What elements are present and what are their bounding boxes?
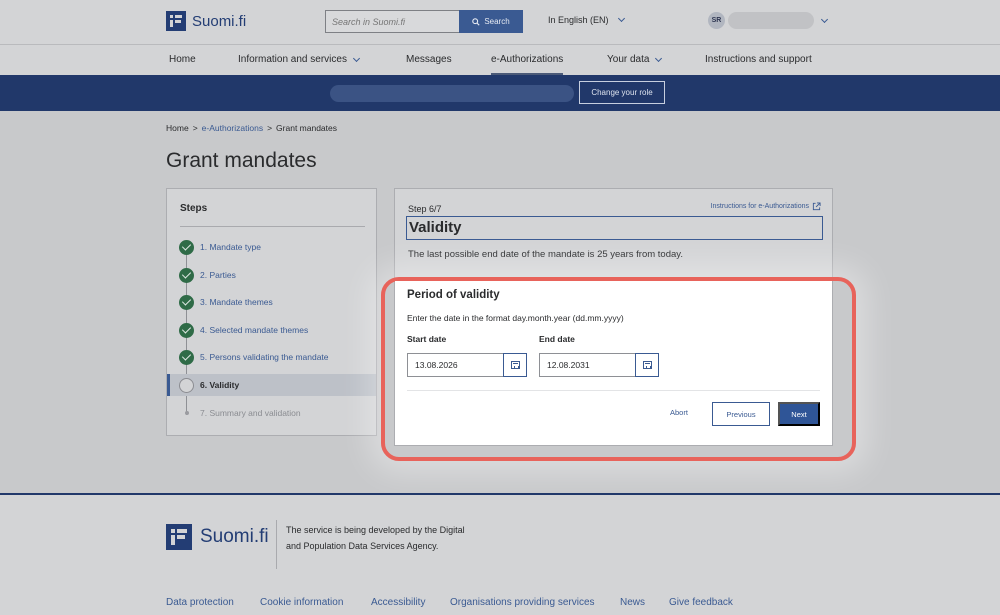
- step-item-selected-mandate-themes[interactable]: 4. Selected mandate themes: [167, 319, 376, 341]
- check-circle-icon: [179, 294, 194, 310]
- step-item-parties[interactable]: 2. Parties: [167, 264, 376, 286]
- instructions-link[interactable]: Instructions for e-Authorizations: [711, 202, 821, 211]
- chevron-down-icon: [820, 15, 829, 23]
- nav-item-information-and-services[interactable]: Information and services: [238, 54, 360, 65]
- suomi-fi-logo[interactable]: Suomi.fi: [166, 11, 246, 31]
- main-navigation: Home Information and services Messages e…: [0, 45, 1000, 75]
- footer-logo-text: Suomi.fi: [200, 526, 269, 547]
- step-item-persons-validating[interactable]: 5. Persons validating the mandate: [167, 346, 376, 368]
- steps-divider: [180, 226, 365, 227]
- language-label: In English (EN): [548, 15, 609, 25]
- role-bar: Change your role: [0, 75, 1000, 111]
- breadcrumb-e-authorizations[interactable]: e-Authorizations: [202, 123, 263, 133]
- calendar-icon: [510, 361, 520, 369]
- search-button[interactable]: Search: [459, 10, 523, 33]
- breadcrumb: Home > e-Authorizations > Grant mandates: [166, 123, 337, 133]
- check-circle-icon: [179, 267, 194, 283]
- nav-item-messages[interactable]: Messages: [406, 54, 452, 65]
- nav-item-instructions-and-support[interactable]: Instructions and support: [705, 54, 812, 65]
- validity-heading: Validity: [409, 219, 462, 236]
- footer-divider: [276, 520, 277, 569]
- site-footer: Suomi.fi The service is being developed …: [0, 493, 1000, 615]
- nav-item-your-data[interactable]: Your data: [607, 54, 663, 65]
- footer-description: The service is being developed by the Di…: [286, 525, 465, 551]
- chevron-down-icon: [352, 54, 360, 62]
- user-menu[interactable]: SR: [708, 12, 829, 29]
- start-date-input[interactable]: 13.08.2026: [407, 353, 503, 377]
- check-circle-icon: [179, 349, 194, 365]
- previous-button[interactable]: Previous: [712, 402, 770, 426]
- check-circle-icon: [179, 239, 194, 255]
- period-of-validity-title: Period of validity: [407, 289, 500, 301]
- footer-link-organisations[interactable]: Organisations providing services: [450, 597, 595, 608]
- calendar-icon: [642, 361, 652, 369]
- suomi-fi-logo-icon: [166, 524, 192, 550]
- external-link-icon: [812, 202, 821, 211]
- chevron-down-icon: [617, 14, 625, 23]
- start-date-label: Start date: [407, 334, 447, 344]
- breadcrumb-current: Grant mandates: [276, 123, 337, 133]
- step-item-mandate-themes[interactable]: 3. Mandate themes: [167, 291, 376, 313]
- step-item-mandate-type[interactable]: 1. Mandate type: [167, 236, 376, 258]
- step-item-summary-and-validation: 7. Summary and validation: [167, 402, 376, 424]
- validity-heading-box: Validity: [406, 216, 823, 240]
- site-header: Suomi.fi Search In English (EN) SR: [0, 0, 1000, 45]
- step-item-validity: 6. Validity: [167, 374, 376, 396]
- language-selector[interactable]: In English (EN): [548, 14, 625, 25]
- end-date-field: 12.08.2031: [539, 353, 659, 377]
- suomi-fi-logo-icon: [166, 11, 186, 31]
- actions-divider: [407, 390, 820, 391]
- page-title: Grant mandates: [166, 149, 317, 172]
- search-icon: [472, 17, 480, 26]
- next-button[interactable]: Next: [778, 402, 820, 426]
- search-button-label: Search: [484, 17, 510, 26]
- start-date-field: 13.08.2026: [407, 353, 527, 377]
- footer-link-cookie-information[interactable]: Cookie information: [260, 597, 343, 608]
- nav-item-e-authorizations[interactable]: e-Authorizations: [491, 54, 564, 75]
- validity-description: The last possible end date of the mandat…: [408, 249, 683, 260]
- user-name-redacted: [728, 12, 814, 29]
- footer-link-give-feedback[interactable]: Give feedback: [669, 597, 733, 608]
- current-role-redacted: [330, 85, 574, 102]
- footer-link-data-protection[interactable]: Data protection: [166, 597, 234, 608]
- footer-link-accessibility[interactable]: Accessibility: [371, 597, 425, 608]
- end-date-label: End date: [539, 334, 575, 344]
- search-input[interactable]: [325, 10, 459, 33]
- step-counter: Step 6/7: [408, 204, 442, 214]
- search-bar: Search: [325, 10, 523, 33]
- footer-link-news[interactable]: News: [620, 597, 645, 608]
- avatar: SR: [708, 12, 725, 29]
- dot-icon: [185, 411, 189, 415]
- footer-logo[interactable]: Suomi.fi: [166, 524, 269, 550]
- chevron-down-icon: [655, 54, 663, 62]
- abort-button[interactable]: Abort: [670, 408, 688, 417]
- empty-circle-icon: [179, 377, 194, 393]
- change-role-button[interactable]: Change your role: [579, 81, 665, 104]
- steps-title: Steps: [180, 203, 208, 214]
- end-date-input[interactable]: 12.08.2031: [539, 353, 635, 377]
- breadcrumb-home[interactable]: Home: [166, 123, 189, 133]
- start-date-calendar-button[interactable]: [503, 353, 527, 377]
- check-circle-icon: [179, 322, 194, 338]
- steps-panel: Steps 1. Mandate type 2. Parties 3. Mand…: [166, 188, 377, 436]
- end-date-calendar-button[interactable]: [635, 353, 659, 377]
- logo-text: Suomi.fi: [192, 12, 247, 30]
- date-format-hint: Enter the date in the format day.month.y…: [407, 313, 624, 323]
- period-of-validity-card: Period of validity Enter the date in the…: [395, 281, 832, 445]
- nav-item-home[interactable]: Home: [169, 54, 196, 65]
